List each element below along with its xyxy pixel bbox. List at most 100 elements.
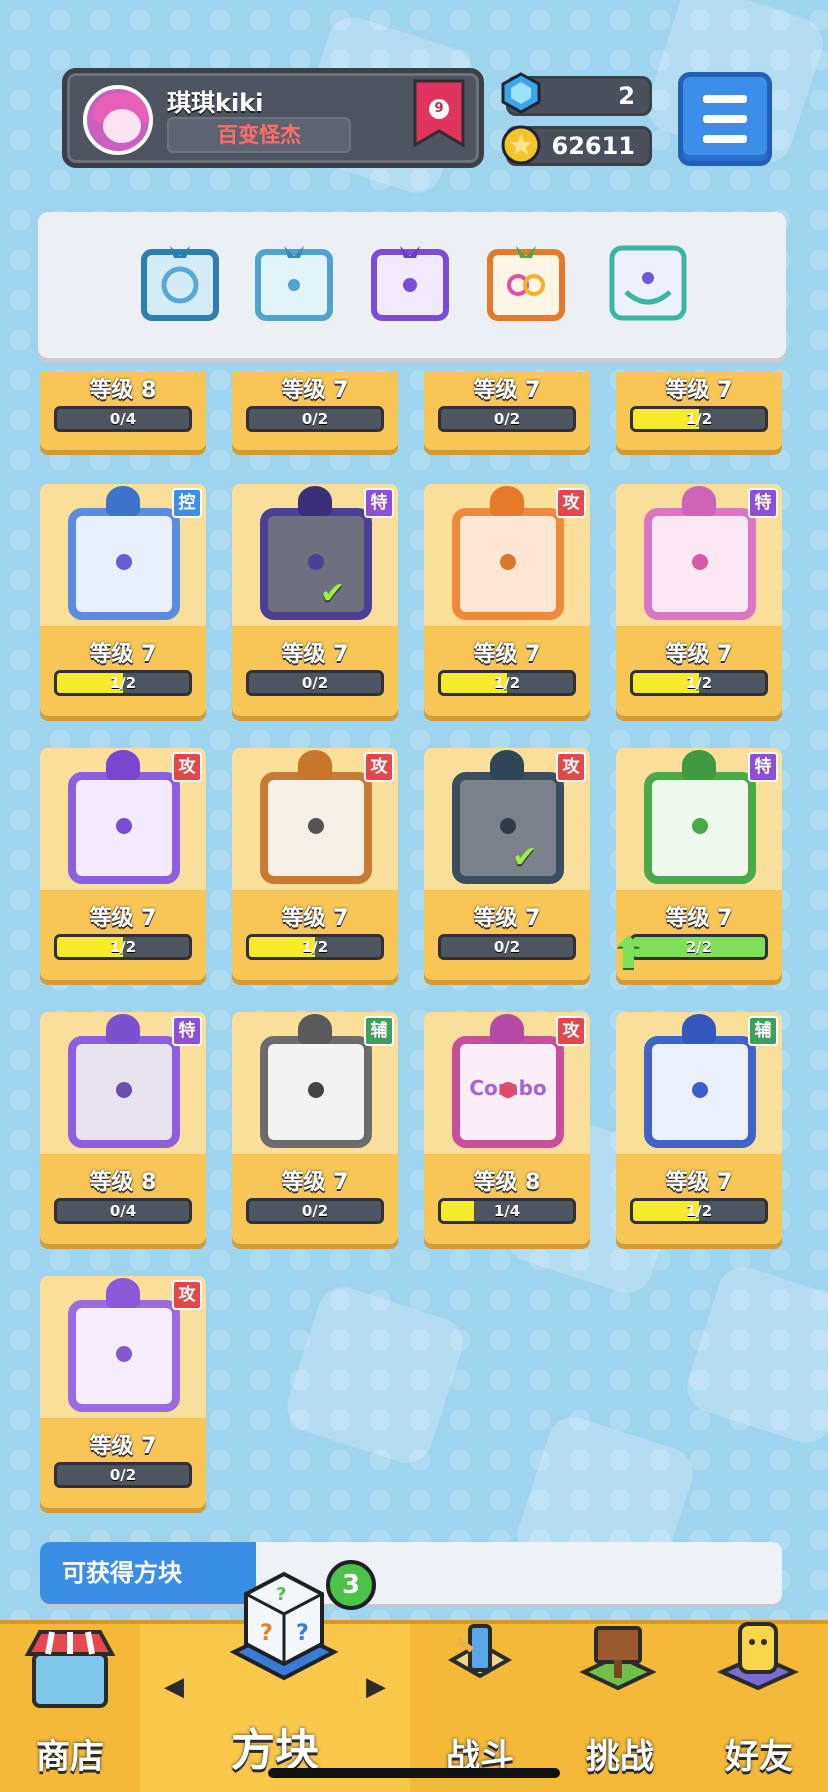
card-progress: 1/2: [54, 670, 192, 696]
dice-card-partial[interactable]: 等级 8 0/4: [40, 372, 206, 450]
deck-slot-3[interactable]: [370, 242, 450, 322]
dragon-crest-icon: [490, 1014, 524, 1044]
nav-challenge[interactable]: 挑战: [550, 1624, 690, 1792]
battle-icon: [447, 1624, 513, 1679]
card-level: 等级 7: [665, 642, 733, 667]
card-type-badge: 辅: [364, 1016, 394, 1046]
friends-icon: [717, 1622, 799, 1691]
player-title: 百变怪杰: [217, 123, 301, 147]
dragon-crest-icon: [298, 1014, 332, 1044]
card-progress: 0/4: [54, 1198, 192, 1224]
dice-card[interactable]: 辅等级 7 1/2: [616, 1012, 782, 1244]
menu-button[interactable]: [678, 72, 772, 166]
progress-text: 2/2: [685, 938, 713, 956]
dice-card-partial[interactable]: 等级 7 0/2: [424, 372, 590, 450]
dice-card[interactable]: 特等级 7 1/2: [616, 484, 782, 716]
dragon-crest-icon: [490, 750, 524, 780]
dice-pip: [308, 554, 324, 570]
progress-text: 1/2: [493, 674, 521, 692]
equipped-deck: [38, 212, 786, 358]
dice-card[interactable]: 攻等级 7 0/2: [40, 1276, 206, 1508]
card-progress: 1/2: [630, 1198, 768, 1224]
progress-text: 1/2: [685, 674, 713, 692]
deck-slot-4[interactable]: [486, 242, 566, 322]
dice-card[interactable]: 辅等级 7 0/2: [232, 1012, 398, 1244]
card-level: 等级 7: [281, 1170, 349, 1195]
card-progress: 0/2: [438, 934, 576, 960]
dragon-crest-icon: [682, 486, 716, 516]
progress-text: 0/2: [301, 674, 329, 692]
dice-card-partial[interactable]: 等级 7 0/2: [232, 372, 398, 450]
equipped-check-icon: ✔: [320, 576, 346, 611]
dice-card[interactable]: 攻 ✔ 等级 7 0/2: [424, 748, 590, 980]
card-type-badge: 辅: [748, 1016, 778, 1046]
card-level: 等级 7: [89, 906, 157, 931]
profile-panel[interactable]: 琪琪kiki 百变怪杰 9: [62, 68, 484, 168]
dice-card-partial[interactable]: 等级 7 1/2: [616, 372, 782, 450]
dice-pip: [500, 818, 516, 834]
card-progress: 1/2: [630, 406, 768, 432]
progress-text: 0/2: [493, 938, 521, 956]
home-indicator: [268, 1768, 560, 1778]
card-level: 等级 7: [665, 378, 733, 403]
avatar[interactable]: [83, 85, 153, 155]
dice-pip: [116, 1082, 132, 1098]
dice-pip: [116, 554, 132, 570]
dice-pip: [692, 1082, 708, 1098]
card-progress: 2/2: [630, 934, 768, 960]
upgrade-arrow-icon[interactable]: ⬆: [610, 928, 647, 979]
obtainable-blocks-bar[interactable]: 可获得方块: [40, 1542, 782, 1604]
dice-card[interactable]: 攻等级 7 1/2: [40, 748, 206, 980]
nav-friends-label: 好友: [725, 1737, 793, 1777]
progress-text: 1/2: [685, 410, 713, 428]
card-type-badge: 攻: [556, 488, 586, 518]
nav-battle[interactable]: 战斗: [410, 1624, 550, 1792]
card-level: 等级 7: [281, 642, 349, 667]
card-type-badge: 攻: [556, 1016, 586, 1046]
gem-icon: [500, 72, 542, 114]
dice-card[interactable]: 攻等级 7 1/2: [424, 484, 590, 716]
dice-card[interactable]: 特等级 8 0/4: [40, 1012, 206, 1244]
dice-card[interactable]: 控等级 7 1/2: [40, 484, 206, 716]
dragon-crest-icon: [106, 1278, 140, 1308]
dragon-crest-icon: [490, 486, 524, 516]
card-level: 等级 7: [89, 1434, 157, 1459]
dice-pip: [308, 818, 324, 834]
nav-friends[interactable]: 好友: [690, 1622, 828, 1792]
dice-pip: [116, 818, 132, 834]
svg-text:?: ?: [296, 1621, 309, 1646]
dice-pip: [500, 1082, 516, 1098]
blocks-mystery-box-icon: ? ? ?: [229, 1571, 339, 1681]
deck-slot-2[interactable]: [254, 242, 334, 322]
dice-card[interactable]: Combo攻等级 81/4: [424, 1012, 590, 1244]
player-name: 琪琪kiki: [167, 89, 264, 117]
dragon-crest-icon: [682, 750, 716, 780]
deck-slot-1[interactable]: [140, 242, 220, 322]
nav-shop-label: 商店: [36, 1737, 104, 1777]
shop-icon: [24, 1630, 116, 1708]
nav-challenge-label: 挑战: [586, 1737, 654, 1777]
card-type-badge: 攻: [364, 752, 394, 782]
dragon-crest-icon: [106, 1014, 140, 1044]
card-progress: 0/2: [54, 1462, 192, 1488]
nav-left-arrow[interactable]: ◀: [164, 1672, 184, 1702]
card-level: 等级 8: [89, 1170, 157, 1195]
deck-slot-5[interactable]: [608, 242, 688, 322]
nav-right-arrow[interactable]: ▶: [366, 1672, 386, 1702]
dice-card[interactable]: 攻等级 7 1/2: [232, 748, 398, 980]
rank-ribbon-icon[interactable]: 9: [413, 79, 465, 149]
dice-card[interactable]: 特 ✔ 等级 7 0/2: [232, 484, 398, 716]
card-level: 等级 8: [473, 1170, 541, 1195]
card-progress: 1/2: [438, 670, 576, 696]
card-progress: 1/4: [438, 1198, 576, 1224]
card-progress: 1/2: [246, 934, 384, 960]
coin-icon: [500, 124, 542, 166]
dice-card[interactable]: 特等级 7 2/2 ⬆: [610, 748, 782, 980]
coin-count: 62611: [551, 132, 636, 160]
card-type-badge: 特: [172, 1016, 202, 1046]
nav-shop[interactable]: 商店: [0, 1624, 140, 1792]
card-level: 等级 7: [89, 642, 157, 667]
card-progress: 0/2: [246, 670, 384, 696]
progress-text: 1/2: [109, 938, 137, 956]
card-level: 等级 7: [473, 642, 541, 667]
